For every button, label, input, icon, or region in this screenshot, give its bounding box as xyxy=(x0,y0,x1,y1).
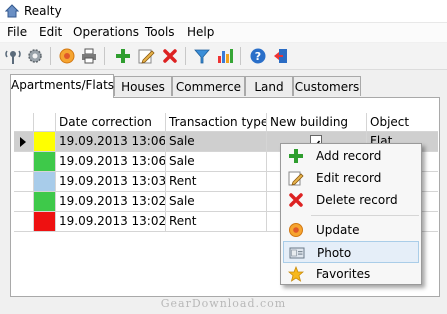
tab-houses[interactable]: Houses xyxy=(114,76,172,96)
context-menu-label: Edit record xyxy=(316,171,382,185)
title-bar: Realty xyxy=(0,0,447,23)
x-icon xyxy=(288,192,304,208)
transaction-type-cell: Sale xyxy=(166,192,267,212)
menu-tools[interactable]: Tools xyxy=(145,25,175,39)
row-color-swatch xyxy=(34,172,56,192)
tab-commerce[interactable]: Commerce xyxy=(172,76,245,96)
context-menu-add-record[interactable]: Add record xyxy=(283,145,419,167)
menu-file[interactable]: File xyxy=(7,25,27,39)
context-menu-label: Delete record xyxy=(316,193,398,207)
color-header xyxy=(34,113,56,132)
date-cell: 19.09.2013 13:03:02 xyxy=(56,172,166,192)
context-menu-label: Favorites xyxy=(316,267,371,281)
svg-text:?: ? xyxy=(255,50,261,63)
context-menu-photo[interactable]: Photo xyxy=(283,241,419,263)
context-menu-label: Update xyxy=(316,223,360,237)
row-indicator xyxy=(14,152,34,172)
row-color-swatch xyxy=(34,212,56,232)
help-icon[interactable]: ? xyxy=(249,47,267,65)
row-indicator xyxy=(14,212,34,232)
toolbar: ? xyxy=(0,43,447,70)
context-menu-edit-record[interactable]: Edit record xyxy=(283,167,419,189)
context-menu-update[interactable]: Update xyxy=(283,219,419,241)
row-indicator-header xyxy=(14,113,34,132)
filter-icon[interactable] xyxy=(193,47,211,65)
column-header-date[interactable]: Date correction xyxy=(56,113,166,132)
row-indicator xyxy=(14,172,34,192)
gear-icon[interactable] xyxy=(26,47,44,65)
date-cell: 19.09.2013 13:06:45 xyxy=(56,132,166,152)
tab-apartments-flats[interactable]: Apartments/Flats xyxy=(10,74,114,98)
star-icon xyxy=(288,266,304,282)
photo-icon xyxy=(289,245,305,261)
menu-edit[interactable]: Edit xyxy=(39,25,62,39)
context-menu-label: Add record xyxy=(316,149,382,163)
context-menu: Add record Edit record Delete record Upd… xyxy=(280,143,422,285)
menu-bar: File Edit Operations Tools Help xyxy=(0,23,447,42)
date-cell: 19.09.2013 13:02:46 xyxy=(56,192,166,212)
column-header-object[interactable]: Object xyxy=(367,113,438,132)
date-cell: 19.09.2013 13:02:39 xyxy=(56,212,166,232)
plus-icon xyxy=(288,148,304,164)
context-menu-label: Photo xyxy=(317,246,352,260)
row-indicator xyxy=(14,132,34,152)
signal-icon[interactable] xyxy=(4,47,22,65)
watermark: GearDownload.com xyxy=(160,297,287,310)
edit-icon[interactable] xyxy=(137,47,155,65)
exit-icon[interactable] xyxy=(272,47,290,65)
column-header-transaction-type[interactable]: Transaction type xyxy=(166,113,267,132)
row-indicator xyxy=(14,192,34,212)
tab-land[interactable]: Land xyxy=(245,76,293,96)
print-icon[interactable] xyxy=(80,47,98,65)
row-color-swatch xyxy=(34,192,56,212)
transaction-type-cell: Rent xyxy=(166,212,267,232)
menu-operations[interactable]: Operations xyxy=(73,25,139,39)
row-color-swatch xyxy=(34,132,56,152)
app-icon xyxy=(4,4,20,18)
chart-icon[interactable] xyxy=(216,47,234,65)
menu-help[interactable]: Help xyxy=(187,25,214,39)
column-header-new-building[interactable]: New building xyxy=(267,113,367,132)
transaction-type-cell: Sale xyxy=(166,132,267,152)
context-menu-favorites[interactable]: Favorites xyxy=(283,263,419,285)
context-menu-separator xyxy=(311,215,419,216)
add-icon[interactable] xyxy=(114,47,132,65)
pencil-icon xyxy=(288,170,304,186)
transaction-type-cell: Rent xyxy=(166,172,267,192)
date-cell: 19.09.2013 13:06:21 xyxy=(56,152,166,172)
delete-icon[interactable] xyxy=(161,47,179,65)
tab-customers[interactable]: Customers xyxy=(293,76,361,96)
transaction-type-cell: Sale xyxy=(166,152,267,172)
window-title: Realty xyxy=(24,4,62,18)
context-menu-delete-record[interactable]: Delete record xyxy=(283,189,419,211)
refresh-icon xyxy=(288,222,304,238)
row-color-swatch xyxy=(34,152,56,172)
refresh-icon[interactable] xyxy=(58,47,76,65)
